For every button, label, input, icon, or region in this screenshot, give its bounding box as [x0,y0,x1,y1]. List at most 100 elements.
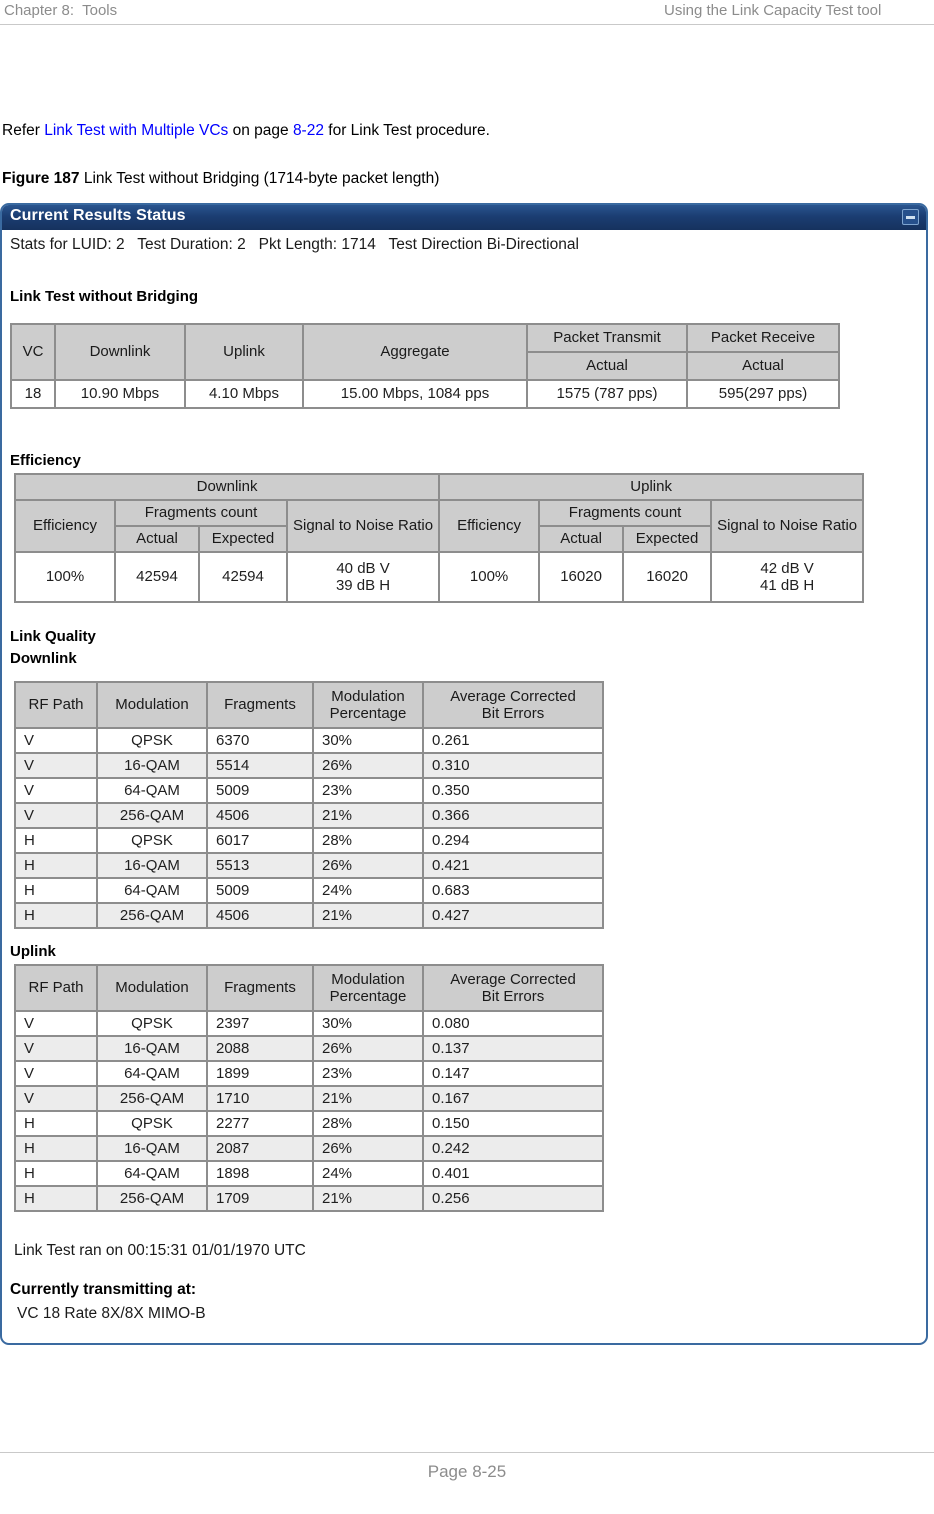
th-modulation-percentage: Modulation Percentage [313,965,423,1011]
cell-avg-corrected-bit-errors: 0.080 [423,1011,603,1036]
cell-rf-path: H [15,1111,97,1136]
cell-rf-path: H [15,1136,97,1161]
table-row: 100% 42594 42594 40 dB V 39 dB H 100% 160… [15,552,864,602]
cell-fragments: 1898 [207,1161,313,1186]
cell-ul-fragments-expected: 16020 [623,552,712,602]
cell-modulation-percentage: 23% [313,778,423,803]
cell-rf-path: H [15,903,97,928]
th-downlink: Downlink [55,324,185,380]
th-fragments: Fragments [207,682,313,728]
th-uplink: Uplink [185,324,303,380]
th-fragments-l1: Fragments [224,979,296,997]
cell-avg-corrected-bit-errors: 0.427 [423,903,603,928]
cell-fragments: 1709 [207,1186,313,1211]
th-dl-efficiency: Efficiency [15,500,115,552]
table-row: H 256-QAM 1709 21% 0.256 [15,1186,603,1211]
cell-modulation-percentage: 21% [313,1086,423,1111]
link-test-multiple-vcs-link[interactable]: Link Test with Multiple VCs [44,122,228,139]
table-header-row: VC Downlink Uplink Aggregate Packet Tran… [11,324,839,380]
cell-fragments: 2277 [207,1111,313,1136]
th-fragments: Fragments [207,965,313,1011]
cell-modulation-percentage: 24% [313,1161,423,1186]
table-header-row: Efficiency Fragments count Signal to Noi… [15,500,864,552]
cell-rf-path: V [15,728,97,753]
link-test-heading: Link Test without Bridging [10,288,199,305]
header-divider [0,24,934,25]
cell-modulation-percentage: 26% [313,753,423,778]
table-row: V QPSK 2397 30% 0.080 [15,1011,603,1036]
cell-avg-corrected-bit-errors: 0.421 [423,853,603,878]
th-modulation: Modulation [97,682,207,728]
cell-dl-snr-h: 39 dB H [335,577,391,594]
cell-fragments: 4506 [207,903,313,928]
th-dl-fragments-count: Fragments count [115,500,287,526]
table-row: H 64-QAM 5009 24% 0.683 [15,878,603,903]
cell-rf-path: V [15,1036,97,1061]
cell-avg-corrected-bit-errors: 0.350 [423,778,603,803]
table-row: H 16-QAM 5513 26% 0.421 [15,853,603,878]
cell-modulation-percentage: 26% [313,853,423,878]
current-results-status-panel: Current Results Status Stats for LUID: 2… [0,203,928,1345]
cell-modulation: QPSK [97,1011,207,1036]
cell-downlink: 10.90 Mbps [55,380,185,408]
running-head-right: Using the Link Capacity Test tool [664,2,882,19]
cell-rf-path: H [15,828,97,853]
refer-paragraph: Refer Link Test with Multiple VCs on pag… [2,122,490,140]
cell-modulation: 64-QAM [97,878,207,903]
cell-modulation-percentage: 30% [313,1011,423,1036]
link-test-table: VC Downlink Uplink Aggregate Packet Tran… [10,323,840,409]
cell-modulation: 16-QAM [97,1136,207,1161]
figure-number: Figure 187 [2,170,80,187]
cell-avg-corrected-bit-errors: 0.310 [423,753,603,778]
table-row: V 64-QAM 5009 23% 0.350 [15,778,603,803]
cell-modulation: 256-QAM [97,1186,207,1211]
cell-ul-efficiency: 100% [439,552,540,602]
th-transmit-actual: Actual [527,352,687,380]
cell-avg-corrected-bit-errors: 0.242 [423,1136,603,1161]
cell-modulation: 64-QAM [97,1061,207,1086]
th-dl-actual: Actual [115,526,199,552]
minimize-icon[interactable] [902,209,919,225]
table-row: H QPSK 2277 28% 0.150 [15,1111,603,1136]
th-receive-actual: Actual [687,352,839,380]
cell-rf-path: V [15,803,97,828]
cell-avg-corrected-bit-errors: 0.256 [423,1186,603,1211]
cell-modulation-percentage: 28% [313,1111,423,1136]
cell-fragments: 6017 [207,828,313,853]
th-rf-path-l1: RF Path [28,696,84,714]
cell-modulation: 16-QAM [97,753,207,778]
cell-modulation-percentage: 30% [313,728,423,753]
running-head: Chapter 8: Tools Using the Link Capacity… [0,0,934,24]
uplink-heading: Uplink [10,943,56,960]
footer-divider [0,1452,934,1453]
link-quality-uplink-table: RF Path Modulation Fragments Modulation P… [14,964,604,1212]
page-ref-link[interactable]: 8-22 [293,122,324,139]
currently-transmitting-value: VC 18 Rate 8X/8X MIMO-B [17,1305,206,1322]
th-ul-actual: Actual [539,526,624,552]
cell-rf-path: V [15,778,97,803]
th-vc: VC [11,324,55,380]
th-packet-transmit: Packet Transmit [527,324,687,352]
stats-summary-line: Stats for LUID: 2 Test Duration: 2 Pkt L… [10,236,579,253]
table-row: 18 10.90 Mbps 4.10 Mbps 15.00 Mbps, 1084… [11,380,839,408]
cell-ul-snr-h: 41 dB H [760,577,815,594]
refer-prefix: Refer [2,122,45,139]
cell-rf-path: H [15,1186,97,1211]
cell-modulation: QPSK [97,828,207,853]
cell-packet-transmit: 1575 (787 pps) [527,380,687,408]
th-dl-expected: Expected [199,526,287,552]
cell-modulation-percentage: 21% [313,803,423,828]
cell-ul-snr-v: 42 dB V [760,559,814,577]
cell-modulation-percentage: 26% [313,1136,423,1161]
cell-rf-path: V [15,1011,97,1036]
table-header-row: RF Path Modulation Fragments Modulation P… [15,682,603,728]
table-header-row: RF Path Modulation Fragments Modulation P… [15,965,603,1011]
th-rf-path: RF Path [15,682,97,728]
cell-fragments: 2397 [207,1011,313,1036]
figure-caption: Figure 187 Link Test without Bridging (1… [2,170,439,188]
link-test-ran-on: Link Test ran on 00:15:31 01/01/1970 UTC [14,1242,306,1259]
panel-titlebar: Current Results Status [2,205,926,230]
cell-rf-path: H [15,878,97,903]
cell-modulation: 16-QAM [97,853,207,878]
cell-avg-corrected-bit-errors: 0.401 [423,1161,603,1186]
